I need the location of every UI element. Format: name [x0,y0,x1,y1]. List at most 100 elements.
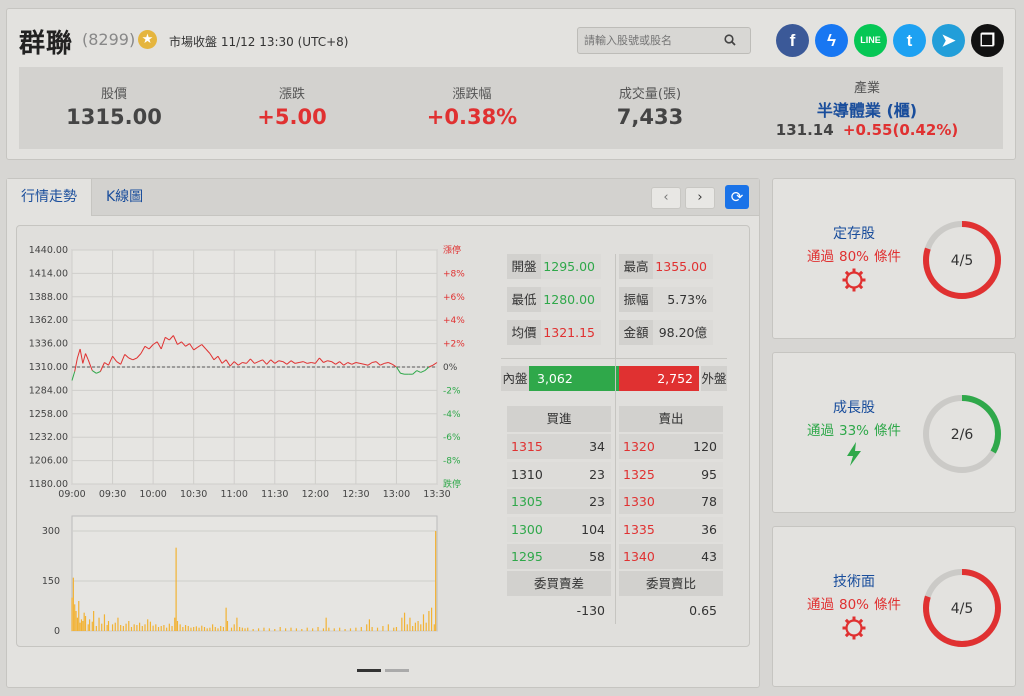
order-book-divider [615,254,616,624]
bid-qty: 23 [559,461,611,487]
twitter-icon[interactable]: t [893,24,926,57]
industry-link[interactable]: 半導體業 (櫃) [767,97,967,121]
search-icon[interactable] [724,34,736,46]
chart-area: 1440.00 漲停 1414.00 +8% 1388.00 +6% 1362.00 +4% 1… [16,225,750,647]
next-button[interactable]: › [685,187,715,209]
y-tick-label: 1310.00 [29,362,68,373]
bid-price: 1310 [507,461,559,487]
favorite-star-icon[interactable]: ★ [138,30,157,49]
search-input[interactable] [584,31,714,50]
y-tick-label: 1206.00 [29,456,68,467]
search-box [577,27,751,54]
bid-qty: 34 [559,434,611,459]
in-value: 3,062 [537,371,573,386]
industry-change: +0.55(0.42%) [842,121,959,139]
telegram-icon[interactable]: ➤ [932,24,965,57]
pct-tick-label: +2% [443,340,465,350]
score-ring: 2/6 [923,395,1001,473]
y-tick-label: 1362.00 [29,315,68,326]
scorecard-2[interactable]: 成長股 通過 33% 條件 2/6 [772,352,1016,513]
quote-pct: 漲跌幅 +0.38% [397,67,547,149]
out-volume-bar: 2,752 [619,366,699,391]
volume-tick-label: 300 [42,526,60,537]
x-tick-label: 09:30 [99,489,126,500]
industry-index-row: 131.14 +0.55(0.42%) [767,121,967,139]
market-panel: 行情走勢 K線圖 ‹ › ⟳ 1440.00 漲停 1414.00 +8% 1388.0… [6,178,760,688]
page-dot-active[interactable] [357,669,381,672]
messenger-icon[interactable]: ϟ [815,24,848,57]
stat-value: 1280.00 [541,287,601,312]
ask-price: 1325 [619,461,671,487]
out-value: 2,752 [657,371,693,386]
x-tick-label: 12:00 [302,489,329,500]
stat-value: 5.73% [653,287,713,312]
bid-ask-diff-value: -130 [576,603,605,618]
y-tick-label: 1336.00 [29,339,68,350]
intraday-chart: 1440.00 漲停 1414.00 +8% 1388.00 +6% 1362.00 +4% 1… [29,244,466,637]
ask-price: 1330 [619,489,671,514]
gear-icon [842,616,866,640]
bid-qty: 23 [559,489,611,514]
bid-price: 1300 [507,516,559,542]
volume-value: 7,433 [616,105,684,129]
tab-intraday[interactable]: 行情走勢 [7,179,92,216]
industry-label: 產業 [853,81,880,96]
change-value: +5.00 [257,105,327,129]
facebook-icon[interactable]: f [776,24,809,57]
y-tick-label: 1284.00 [29,385,68,396]
scorecard-pass-pct: 80% [838,597,869,613]
scorecard-pass-suffix: 條件 [874,423,901,439]
ask-qty: 95 [671,461,723,487]
in-label: 內盤 [501,366,529,391]
ask-price: 1340 [619,544,671,569]
tab-kline[interactable]: K線圖 [92,179,157,216]
pct-tick-label: +8% [443,269,465,279]
x-tick-label: 10:00 [139,489,166,500]
ask-qty: 78 [671,489,723,514]
bid-price: 1315 [507,434,559,459]
pct-tick-label: -8% [443,457,461,467]
scorecard-pass: 通過 80% 條件 [773,245,935,265]
ask-price: 1335 [619,516,671,542]
page-dot[interactable] [385,669,409,672]
gear-icon [842,268,866,292]
refresh-button[interactable]: ⟳ [725,185,749,209]
copy-icon[interactable]: ❐ [971,24,1004,57]
bid-ask-ratio-label: 委買賣比 [619,571,723,596]
bid-qty: 58 [559,544,611,569]
stat-label: 金額 [619,320,653,345]
score-value: 4/5 [951,253,974,269]
stat-label: 振幅 [619,287,653,312]
stat-label: 最低 [507,287,541,312]
out-label: 外盤 [701,366,727,391]
stock-header: 群聯 (8299) ★ 市場收盤 11/12 13:30 (UTC+8) fϟL… [6,8,1016,160]
x-tick-label: 13:00 [383,489,410,500]
pct-tick-label: -2% [443,386,461,396]
stock-code: (8299) [82,30,136,49]
bid-price: 1305 [507,489,559,514]
scorecard-pass-pct: 80% [838,249,869,265]
lightning-icon [847,442,861,466]
quote-volume: 成交量(張) 7,433 [575,67,725,149]
prev-button[interactable]: ‹ [651,187,681,209]
y-tick-label: 1388.00 [29,292,68,303]
x-tick-label: 10:30 [180,489,207,500]
pct-tick-label: 0% [443,363,458,373]
pct-tick-label: 漲停 [443,244,461,256]
bid-qty: 104 [559,516,611,542]
stat-label: 最高 [619,254,653,279]
score-value: 4/5 [951,601,974,617]
scorecard-pass-prefix: 通過 [806,597,834,613]
line-icon[interactable]: LINE [854,24,887,57]
scorecard-pass: 通過 33% 條件 [773,419,935,439]
stat-value: 1295.00 [541,254,601,279]
ask-header: 賣出 [619,406,723,432]
x-tick-label: 09:00 [58,489,85,500]
stat-value: 1355.00 [653,254,713,279]
scorecard-3[interactable]: 技術面 通過 80% 條件 4/5 [772,526,1016,687]
score-value: 2/6 [951,427,974,443]
scorecard-pass: 通過 80% 條件 [773,593,935,613]
pct-tick-label: +6% [443,293,465,303]
refresh-icon: ⟳ [730,188,744,206]
scorecard-1[interactable]: 定存股 通過 80% 條件 4/5 [772,178,1016,339]
